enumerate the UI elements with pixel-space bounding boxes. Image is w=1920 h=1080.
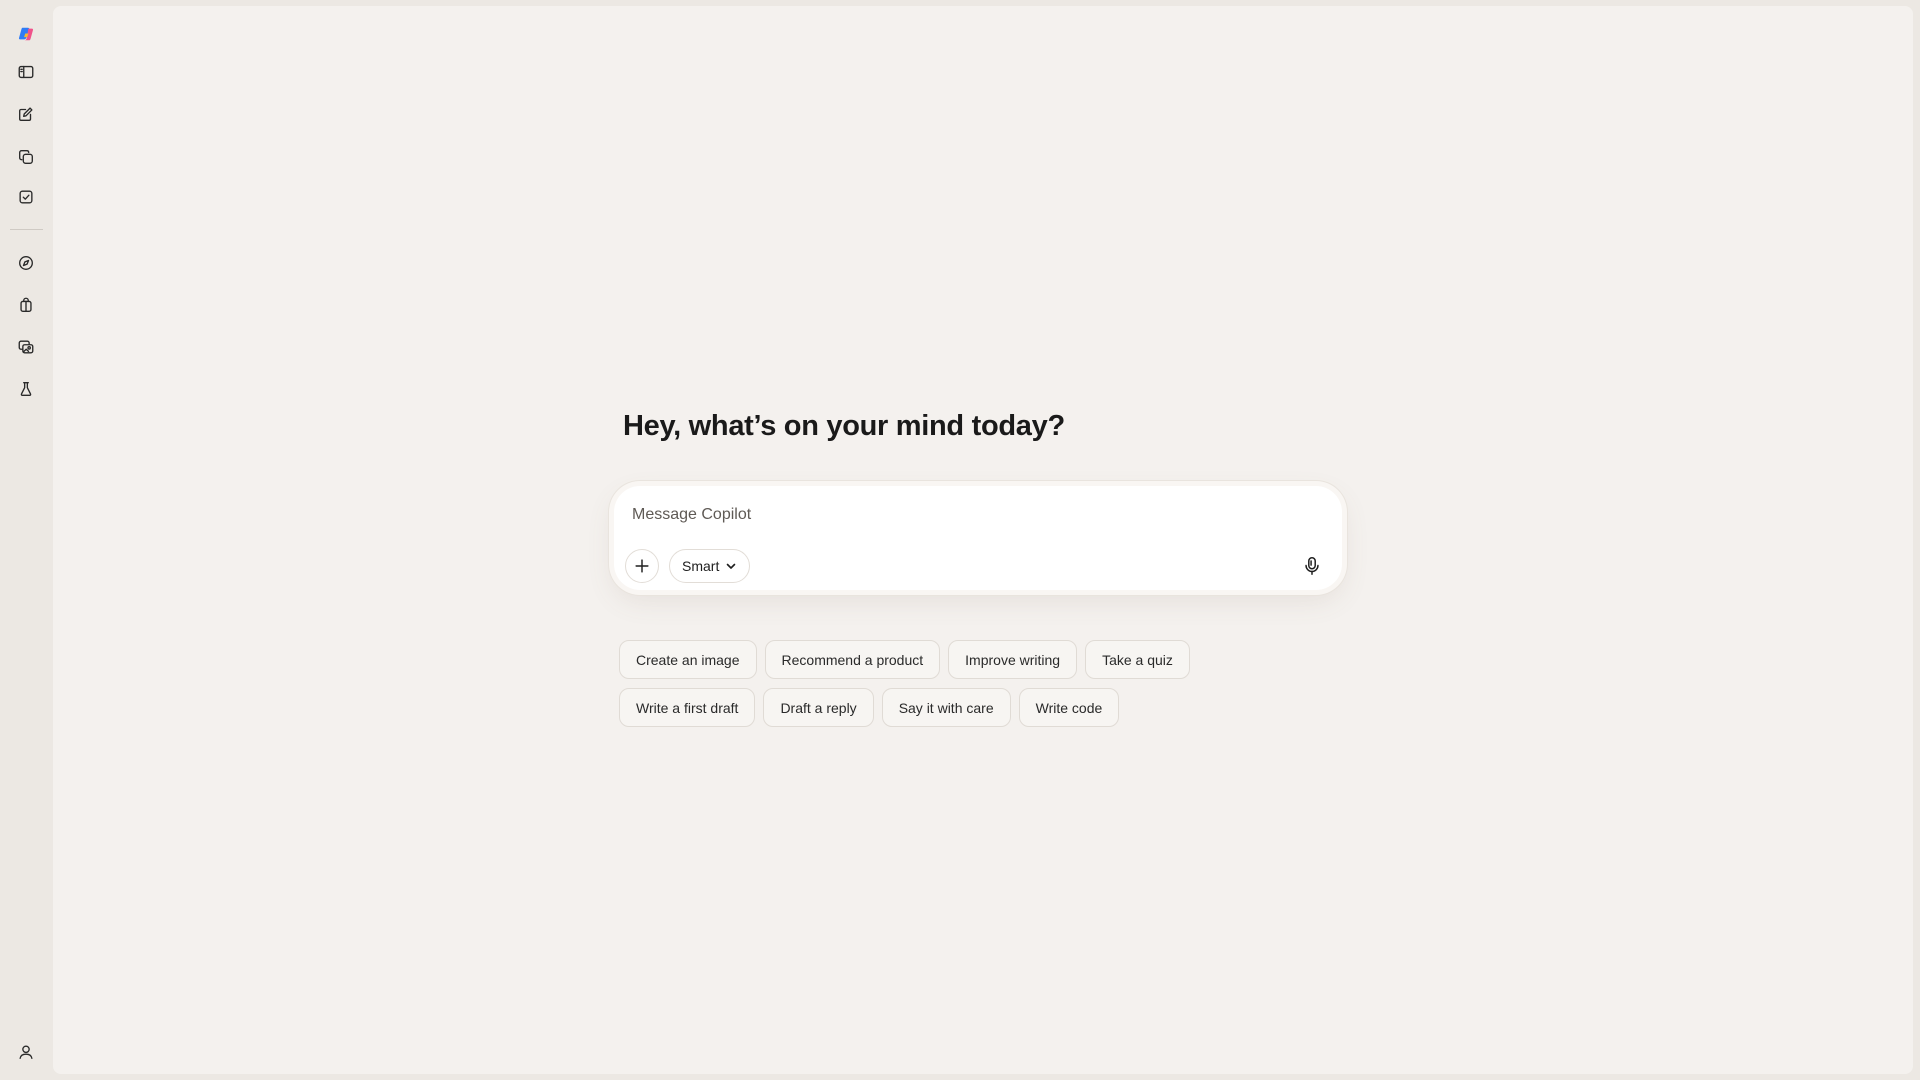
library-button[interactable]: [10, 141, 42, 173]
suggestion-chip-take-quiz[interactable]: Take a quiz: [1085, 640, 1190, 679]
flask-icon: [20, 382, 32, 396]
mode-label: Smart: [682, 558, 720, 574]
chevron-down-icon: [727, 563, 736, 569]
voice-input-button[interactable]: [1294, 548, 1330, 584]
sidebar-panel-icon: [18, 65, 34, 79]
profile-button[interactable]: [10, 1036, 42, 1068]
left-rail: [0, 0, 52, 1080]
main-panel: Hey, what’s on your mind today? Smart: [53, 6, 1913, 1074]
suggestion-chip-improve-writing[interactable]: Improve writing: [948, 640, 1078, 679]
microphone-icon: [1305, 557, 1319, 575]
suggestion-row-2: Write a first draft Draft a reply Say it…: [619, 688, 1190, 727]
suggestion-chip-first-draft[interactable]: Write a first draft: [619, 688, 756, 727]
discover-button[interactable]: [10, 247, 42, 279]
imagine-button[interactable]: [10, 331, 42, 363]
user-icon: [19, 1045, 33, 1059]
greeting-heading: Hey, what’s on your mind today?: [623, 410, 1065, 442]
compose-icon: [19, 107, 33, 121]
suggestion-row-1: Create an image Recommend a product Impr…: [619, 640, 1190, 679]
copilot-app: Hey, what’s on your mind today? Smart: [0, 0, 1920, 1080]
suggestion-chips: Create an image Recommend a product Impr…: [619, 640, 1190, 736]
suggestion-chip-recommend-product[interactable]: Recommend a product: [764, 640, 941, 679]
labs-button[interactable]: [10, 373, 42, 405]
plus-icon: [635, 559, 649, 573]
shopping-button[interactable]: [10, 289, 42, 321]
tasks-button[interactable]: [10, 181, 42, 213]
suggestion-chip-write-code[interactable]: Write code: [1018, 688, 1120, 727]
checkbox-icon: [19, 190, 33, 204]
toggle-sidebar-button[interactable]: [10, 56, 42, 88]
add-attachment-button[interactable]: [625, 549, 659, 583]
compass-icon: [19, 256, 33, 270]
image-gallery-icon: [18, 340, 34, 354]
message-input[interactable]: [632, 503, 1272, 527]
copilot-logo-button[interactable]: [10, 18, 42, 50]
mode-selector[interactable]: Smart: [669, 549, 751, 583]
suggestion-chip-create-image[interactable]: Create an image: [619, 640, 757, 679]
suggestion-chip-draft-reply[interactable]: Draft a reply: [763, 688, 874, 727]
shopping-bag-icon: [20, 297, 32, 312]
stacked-pages-icon: [19, 150, 33, 164]
rail-divider: [10, 229, 43, 230]
message-composer: Smart: [614, 486, 1342, 590]
copilot-logo-icon: [18, 27, 34, 41]
new-chat-button[interactable]: [10, 98, 42, 130]
suggestion-chip-say-with-care[interactable]: Say it with care: [881, 688, 1011, 727]
